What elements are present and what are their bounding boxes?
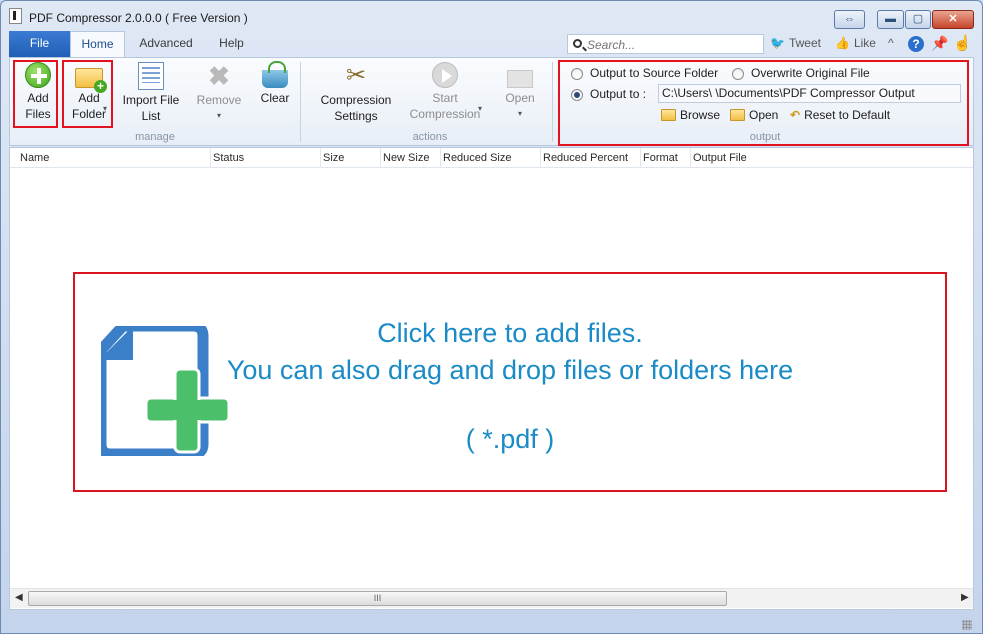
- title-bar: PDF Compressor 2.0.0.0 ( Free Version ) …: [1, 1, 982, 31]
- column-divider[interactable]: [320, 148, 321, 168]
- like-label: Like: [853, 36, 876, 50]
- restore-size-button[interactable]: ⇔: [834, 10, 865, 29]
- output-source-folder-label: Output to Source Folder: [590, 66, 719, 80]
- column-divider[interactable]: [540, 148, 541, 168]
- open-folder-small-icon: [730, 109, 745, 121]
- minimize-button[interactable]: ▬: [877, 10, 904, 29]
- output-path-field[interactable]: C:\Users\ \Documents\PDF Compressor Outp…: [658, 84, 961, 103]
- remove-label: Remove: [196, 93, 242, 107]
- app-window: PDF Compressor 2.0.0.0 ( Free Version ) …: [0, 0, 983, 634]
- reset-default-button[interactable]: ↶ Reset to Default: [790, 108, 890, 122]
- column-output-file[interactable]: Output File: [693, 152, 747, 164]
- list-icon: [138, 62, 164, 90]
- remove-x-icon: ✖: [208, 61, 230, 91]
- close-button[interactable]: ✕: [932, 10, 974, 29]
- column-header-row: Name Status Size New Size Reduced Size R…: [10, 148, 973, 168]
- browse-label: Browse: [680, 108, 721, 122]
- output-to-radio[interactable]: [571, 89, 583, 101]
- reset-default-label: Reset to Default: [804, 108, 891, 122]
- start-compression-button[interactable]: Start Compression: [406, 62, 484, 122]
- column-reduced-percent[interactable]: Reduced Percent: [543, 152, 628, 164]
- tab-home[interactable]: Home: [70, 31, 125, 57]
- column-new-size[interactable]: New Size: [383, 152, 429, 164]
- tweet-button[interactable]: 🐦 Tweet: [770, 36, 821, 50]
- output-group-label: output: [749, 131, 781, 143]
- remove-button[interactable]: ✖ Remove ▾: [194, 62, 244, 124]
- open-dropdown-icon: ▾: [517, 109, 522, 118]
- status-bar: [9, 610, 974, 632]
- drop-zone-filetype: ( *.pdf ): [465, 424, 555, 454]
- open-folder-button[interactable]: Open: [730, 108, 778, 122]
- actions-group-label: actions: [412, 131, 448, 143]
- column-status[interactable]: Status: [213, 152, 244, 164]
- clear-button[interactable]: Clear: [256, 61, 294, 106]
- search-box[interactable]: [567, 34, 764, 54]
- clear-label: Clear: [260, 91, 290, 105]
- column-reduced-size[interactable]: Reduced Size: [443, 152, 512, 164]
- tab-help[interactable]: Help: [209, 31, 254, 57]
- undo-arrow-icon: ↶: [790, 108, 801, 122]
- import-file-list-button[interactable]: Import File List: [118, 62, 184, 124]
- overwrite-original-radio[interactable]: [732, 68, 744, 80]
- add-folder-highlight: [62, 60, 113, 128]
- pin-icon[interactable]: 📌: [931, 35, 948, 52]
- scroll-left-arrow-icon[interactable]: ◀: [15, 592, 23, 603]
- start-compression-dropdown-icon[interactable]: ▾: [478, 104, 482, 113]
- clear-basket-icon: [262, 61, 288, 88]
- column-divider[interactable]: [440, 148, 441, 168]
- browse-button[interactable]: Browse: [661, 108, 720, 122]
- column-format[interactable]: Format: [643, 152, 678, 164]
- thumbs-up-icon: 👍: [835, 36, 850, 50]
- tab-advanced[interactable]: Advanced: [131, 31, 201, 57]
- ribbon-tabs: File Home Advanced Help 🐦Tweet 👍Like ^ ?…: [9, 31, 974, 57]
- drop-zone-title: Click here to add files.: [377, 318, 643, 348]
- column-name[interactable]: Name: [20, 152, 49, 164]
- import-file-list-label: Import File List: [122, 93, 180, 123]
- output-source-folder-radio[interactable]: [571, 68, 583, 80]
- tab-file[interactable]: File: [9, 31, 70, 57]
- column-divider[interactable]: [380, 148, 381, 168]
- compression-settings-label: Compression Settings: [320, 93, 392, 123]
- maximize-button[interactable]: ▢: [905, 10, 931, 29]
- window-title: PDF Compressor 2.0.0.0 ( Free Version ): [29, 11, 248, 25]
- open-folder-label: Open: [749, 108, 779, 122]
- column-divider[interactable]: [210, 148, 211, 168]
- like-button[interactable]: 👍 Like: [835, 36, 876, 50]
- search-icon: [573, 39, 582, 48]
- browse-folder-icon: [661, 109, 676, 121]
- column-size[interactable]: Size: [323, 152, 344, 164]
- overwrite-original-label: Overwrite Original File: [751, 66, 870, 80]
- output-to-label: Output to :: [590, 87, 647, 101]
- resize-grip-icon[interactable]: [962, 620, 972, 630]
- horizontal-scrollbar[interactable]: ◀ III ▶: [10, 588, 973, 608]
- drop-zone[interactable]: Click here to add files. You can also dr…: [73, 272, 947, 492]
- compression-settings-button[interactable]: ✂ Compression Settings: [317, 62, 395, 124]
- open-label: Open: [505, 91, 535, 105]
- ribbon-panel: Add Files Add Folder ▾ Import File List …: [9, 57, 974, 146]
- manage-group-label: manage: [135, 131, 175, 143]
- play-icon: [432, 62, 458, 88]
- help-icon[interactable]: ?: [908, 36, 924, 52]
- drop-zone-subtitle: You can also drag and drop files or fold…: [226, 355, 794, 385]
- open-output-button[interactable]: Open ▾: [500, 62, 540, 122]
- start-compression-label: Start Compression: [409, 91, 481, 121]
- ribbon-separator: [300, 62, 301, 142]
- file-list[interactable]: Name Status Size New Size Reduced Size R…: [9, 147, 974, 610]
- add-files-highlight: [13, 60, 58, 128]
- hand-pointer-icon[interactable]: ☝: [953, 34, 972, 52]
- open-folder-icon: [507, 70, 533, 88]
- collapse-ribbon-icon[interactable]: ^: [888, 36, 894, 50]
- scroll-right-arrow-icon[interactable]: ▶: [961, 592, 969, 603]
- search-input[interactable]: [587, 37, 759, 52]
- column-divider[interactable]: [690, 148, 691, 168]
- tools-icon: ✂: [345, 62, 367, 89]
- column-divider[interactable]: [640, 148, 641, 168]
- twitter-bird-icon: 🐦: [770, 36, 785, 50]
- ribbon-separator: [552, 62, 553, 142]
- scrollbar-thumb[interactable]: III: [28, 591, 727, 606]
- tweet-label: Tweet: [788, 36, 821, 50]
- remove-dropdown-icon: ▾: [216, 111, 221, 120]
- app-icon: [9, 8, 22, 24]
